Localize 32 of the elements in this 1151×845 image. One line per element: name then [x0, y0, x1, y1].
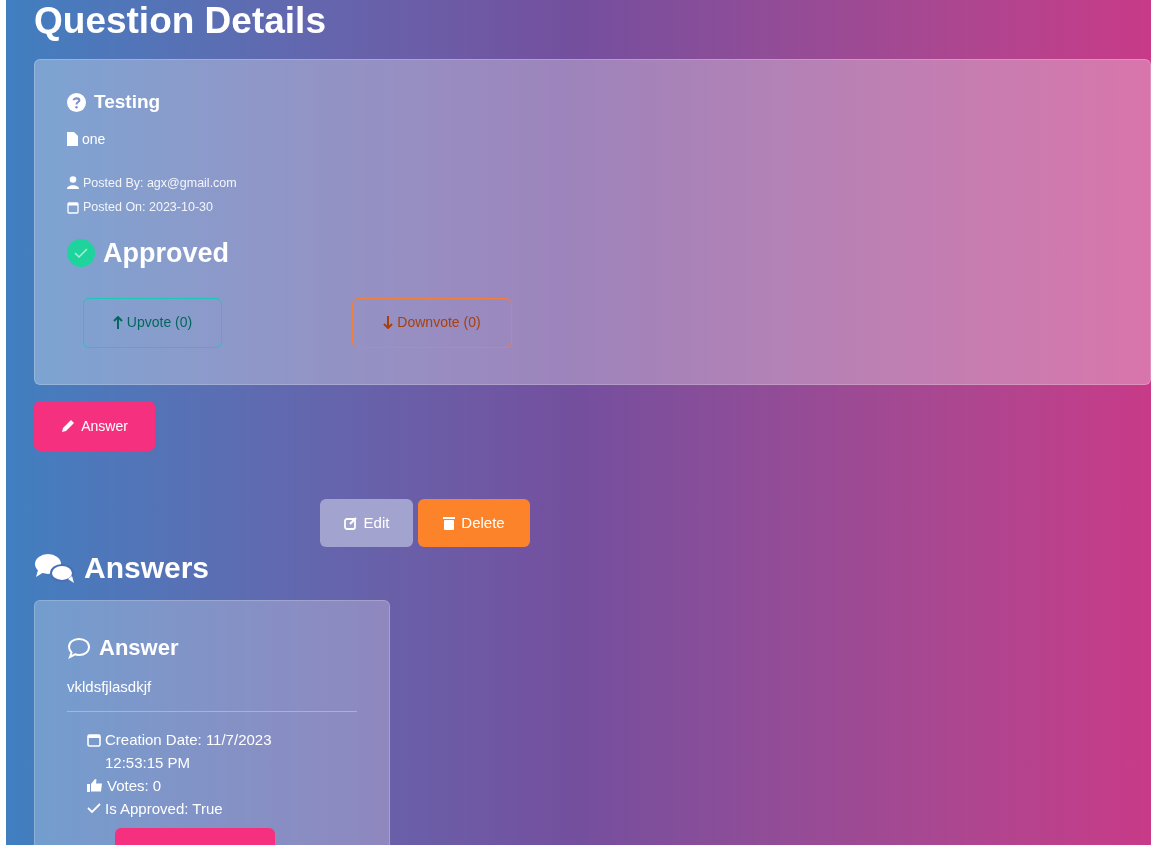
- question-body: one: [82, 129, 106, 149]
- creation-date: Creation Date: 11/7/2023 12:53:15 PM: [105, 729, 273, 773]
- question-icon: [67, 92, 86, 112]
- downvote-button[interactable]: Downvote (0): [352, 297, 512, 348]
- check-circle-icon: [67, 239, 95, 268]
- user-icon: [67, 176, 79, 190]
- upvote-button[interactable]: Upvote (0): [83, 297, 222, 348]
- thumbs-up-icon: [87, 778, 103, 792]
- delete-button[interactable]: Delete: [418, 499, 530, 547]
- approval-status: Is Approved: True: [105, 798, 223, 819]
- speech-bubble-icon: [67, 636, 91, 659]
- calendar-icon: [67, 201, 79, 215]
- answers-heading: Answers: [84, 550, 210, 586]
- posted-on: Posted On: 2023-10-30: [83, 199, 213, 217]
- vote-count: Votes: 0: [107, 775, 162, 796]
- answer-body: vkldsfjlasdkjf: [67, 677, 153, 697]
- arrow-up-icon: [112, 316, 123, 329]
- edit-button[interactable]: Edit: [320, 499, 413, 547]
- answer-title: Answer: [99, 634, 179, 662]
- calendar-icon: [87, 731, 101, 747]
- trash-icon: [443, 516, 456, 530]
- chat-bubbles-icon: [34, 551, 76, 584]
- document-icon: [67, 132, 78, 146]
- checkmark-icon: [87, 802, 101, 814]
- arrow-down-icon: [383, 316, 394, 329]
- pencil-icon: [61, 419, 76, 433]
- edit-icon: [343, 516, 358, 530]
- question-title: Testing: [94, 90, 161, 114]
- posted-by: Posted By: agx@gmail.com: [83, 174, 237, 192]
- answer-button[interactable]: Answer: [34, 401, 155, 451]
- approval-status: Approved: [103, 237, 229, 270]
- page-title: Question Details: [34, 0, 327, 43]
